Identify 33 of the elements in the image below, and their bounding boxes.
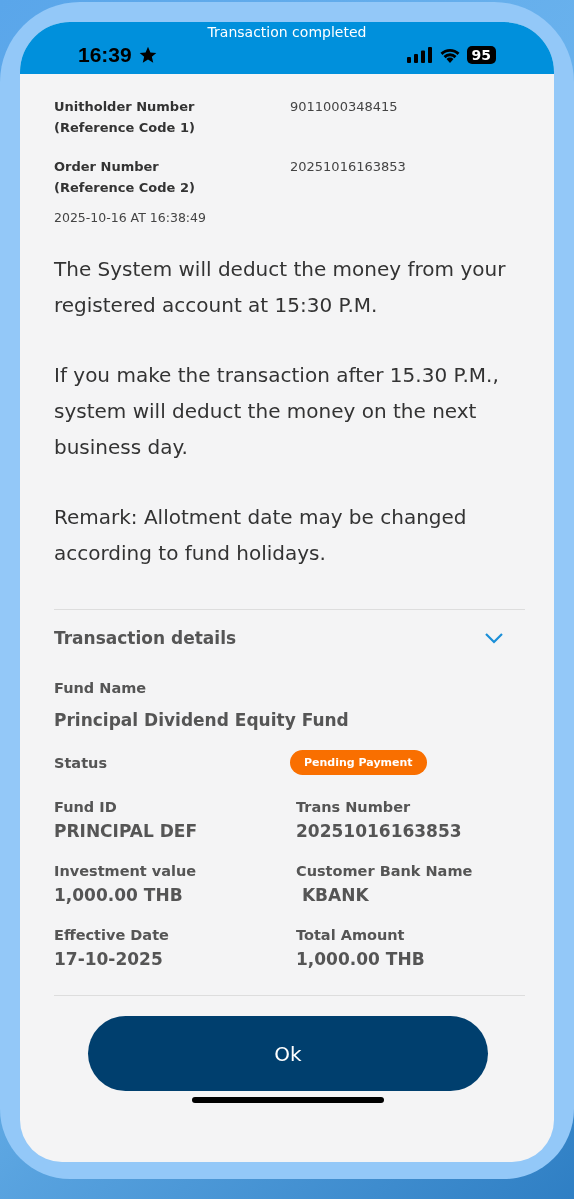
field-value: 17-10-2025 bbox=[54, 949, 164, 969]
field-value: 20251016163853 bbox=[296, 821, 463, 841]
reference-value: 20251016163853 bbox=[290, 158, 407, 176]
fund-name: Principal Dividend Equity Fund bbox=[54, 710, 350, 730]
field-label: Fund ID bbox=[54, 799, 118, 815]
field-label: Customer Bank Name bbox=[296, 863, 474, 879]
timestamp: 2025-10-16 AT 16:38:49 bbox=[54, 210, 207, 225]
wifi-icon bbox=[438, 47, 461, 63]
reference-label: Unitholder Number (Reference Code 1) bbox=[54, 98, 196, 137]
field-label: Total Amount bbox=[296, 927, 406, 943]
battery-indicator: 95 bbox=[466, 46, 496, 64]
signal-icon bbox=[406, 47, 433, 63]
star-icon bbox=[137, 45, 158, 65]
field-label: Trans Number bbox=[296, 799, 412, 815]
chevron-icon[interactable] bbox=[484, 632, 504, 644]
info-paragraph: Remark: Allotment date may be changed according to fund holidays. bbox=[54, 504, 468, 567]
screen-title: Transaction completed bbox=[206, 23, 368, 40]
field-label: Effective Date bbox=[54, 927, 170, 943]
field-value: 1,000.00 THB bbox=[296, 949, 426, 969]
reference-label: Order Number (Reference Code 2) bbox=[54, 158, 196, 197]
field-label: Fund Name bbox=[54, 680, 148, 696]
field-value: 1,000.00 THB bbox=[54, 885, 184, 905]
field-label: Status bbox=[54, 754, 108, 771]
info-paragraph: The System will deduct the money from your registered account at 15:30 P.M. bbox=[54, 256, 507, 319]
ok-button[interactable]: Ok bbox=[88, 1016, 488, 1091]
field-label: Investment value bbox=[54, 863, 198, 879]
status-time: 16:39 bbox=[78, 43, 132, 67]
reference-value: 9011000348415 bbox=[290, 98, 399, 116]
section-title: Transaction details bbox=[54, 628, 237, 648]
field-value: PRINCIPAL DEF bbox=[54, 821, 199, 841]
field-value: KBANK bbox=[300, 885, 370, 905]
status-badge: Pending Payment bbox=[290, 750, 427, 775]
info-paragraph: If you make the transaction after 15.30 P.M., system will deduct the money on the next business day. bbox=[54, 362, 500, 461]
